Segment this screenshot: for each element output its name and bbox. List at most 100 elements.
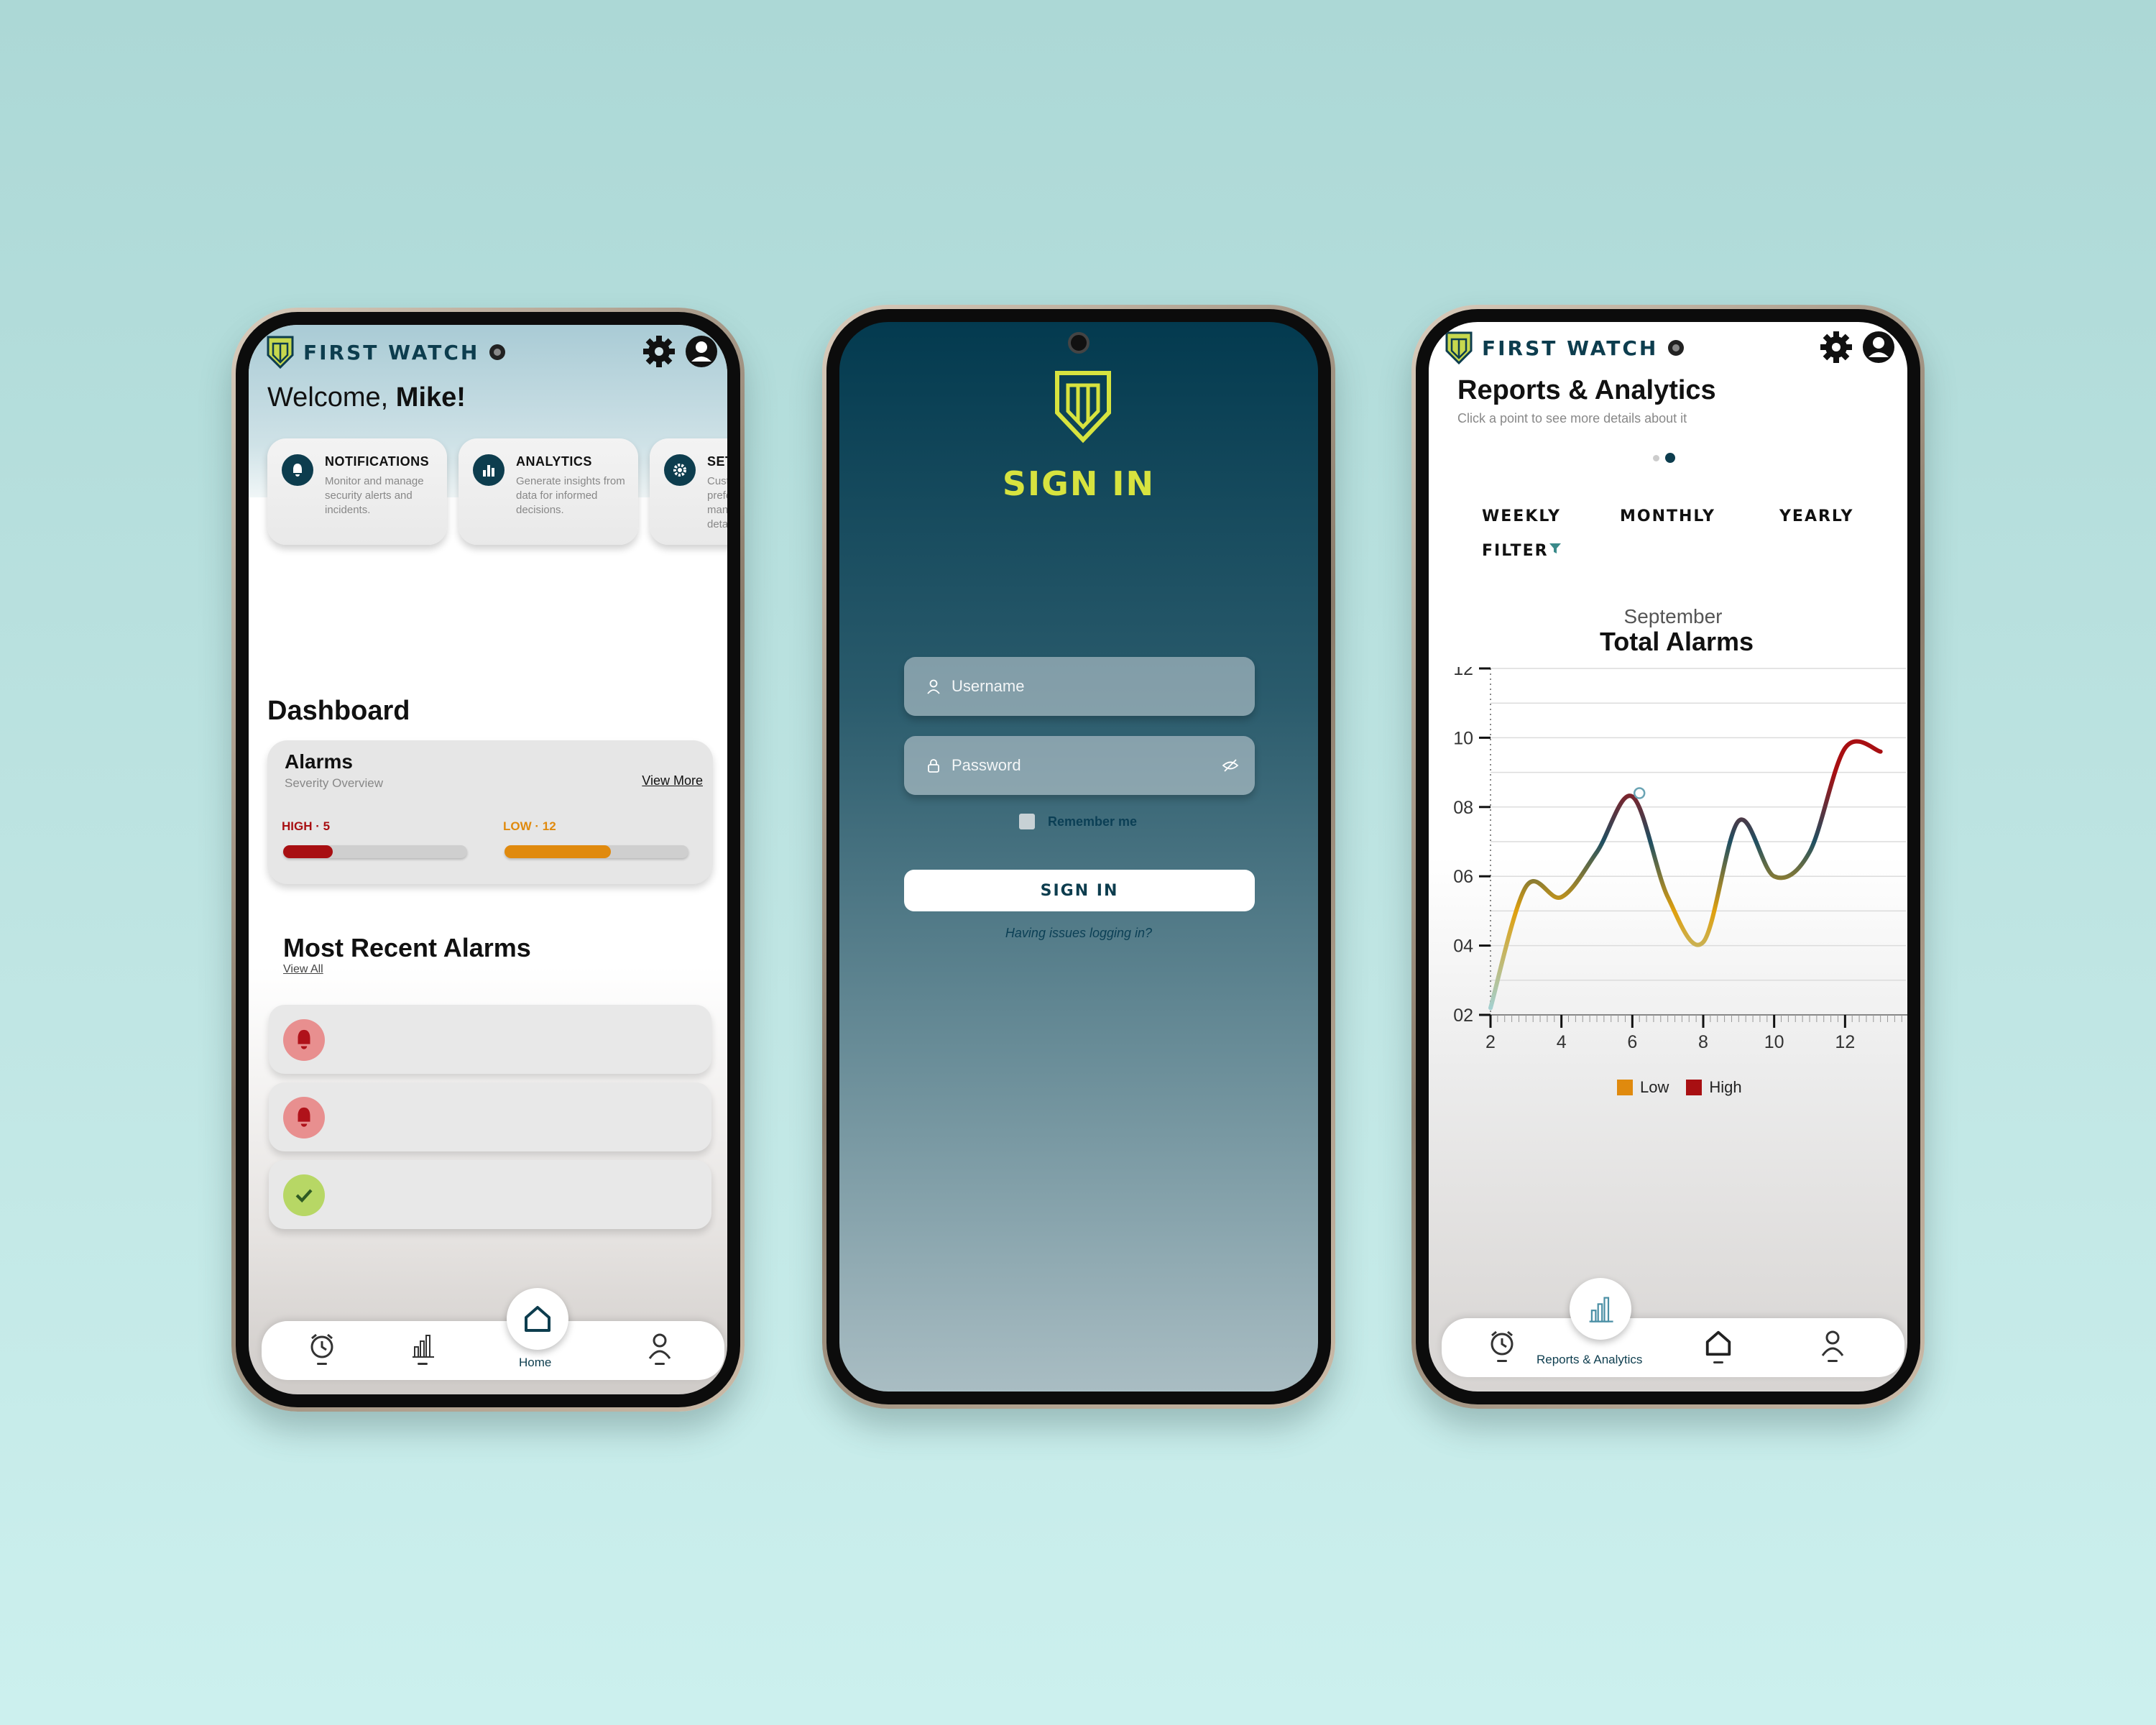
gear-icon[interactable] — [1818, 329, 1854, 365]
username-input[interactable] — [952, 677, 1210, 696]
x-tick-label: 12 — [1835, 1032, 1855, 1052]
low-severity-fill — [505, 845, 612, 858]
x-tick-label: 4 — [1557, 1032, 1567, 1052]
bar-chart-icon — [413, 1335, 434, 1358]
remember-me-label: Remember me — [1048, 814, 1138, 829]
brand-name: FIRST WATCH — [303, 340, 480, 364]
nav-analytics-label: Reports & Analytics — [1537, 1353, 1643, 1366]
alarms-subtitle: Severity Overview — [285, 776, 383, 790]
camera-eye-icon — [489, 344, 506, 360]
tab-monthly[interactable]: MONTHLY — [1620, 507, 1715, 525]
password-input[interactable] — [952, 756, 1210, 775]
bottom-navigation — [1442, 1318, 1904, 1377]
gear-icon — [664, 454, 696, 486]
sign-in-title: SIGN IN — [1002, 464, 1156, 503]
nav-home[interactable] — [507, 1288, 568, 1350]
shield-logo-icon — [267, 336, 294, 369]
y-tick-label: 04 — [1453, 937, 1473, 957]
page-dot-active[interactable] — [1665, 453, 1675, 463]
high-severity-bar — [283, 845, 467, 858]
home-icon — [1705, 1330, 1731, 1356]
x-tick-label: 8 — [1698, 1032, 1708, 1052]
remember-me-checkbox[interactable] — [1019, 814, 1035, 829]
bell-icon — [283, 1019, 325, 1061]
alarm-list-item[interactable] — [269, 1005, 711, 1074]
profile-icon[interactable] — [684, 334, 719, 369]
nav-home[interactable] — [1703, 1328, 1733, 1363]
feature-card-analytics[interactable]: ANALYTICS Generate insights from data fo… — [459, 438, 638, 545]
alarms-title: Alarms — [285, 750, 353, 773]
low-severity-label: LOW · 12 — [503, 819, 556, 833]
nav-alarms[interactable] — [1488, 1328, 1516, 1362]
reports-screen: FIRST WATCH Reports & Analytics Click a … — [1429, 322, 1907, 1392]
x-tick-label: 6 — [1627, 1032, 1637, 1052]
low-severity-bar — [505, 845, 688, 858]
page-dot[interactable] — [1653, 454, 1659, 461]
phone-home: FIRST WATCH Welcome, Mike! NOTIFICATIONS… — [231, 308, 745, 1412]
nav-profile[interactable] — [645, 1331, 674, 1365]
bell-icon — [282, 454, 313, 486]
remember-me: Remember me — [1019, 814, 1137, 829]
x-tick-label: 10 — [1764, 1032, 1784, 1052]
user-icon — [648, 1333, 671, 1359]
bar-chart-icon — [473, 454, 505, 486]
page-title: Reports & Analytics — [1457, 375, 1716, 405]
bar-chart-icon — [1589, 1297, 1613, 1322]
eye-off-icon[interactable] — [1222, 758, 1239, 773]
selected-data-point — [1633, 787, 1646, 799]
gear-icon[interactable] — [641, 334, 677, 369]
chart-subtitle: September — [1623, 605, 1723, 627]
alarm-clock-icon — [310, 1333, 333, 1358]
series-line-total-alarms — [1488, 739, 1883, 1011]
nav-analytics[interactable] — [408, 1331, 437, 1365]
y-tick-label: 02 — [1453, 1006, 1473, 1026]
home-screen: FIRST WATCH Welcome, Mike! NOTIFICATIONS… — [249, 325, 727, 1394]
username-field[interactable] — [904, 657, 1255, 716]
bottom-navigation — [262, 1321, 724, 1380]
feature-card-settings[interactable]: SETTI Custo prefe mana details — [650, 438, 727, 545]
brand-logo: FIRST WATCH — [266, 335, 507, 369]
alarm-list-item[interactable] — [269, 1160, 711, 1229]
page-indicator — [1653, 453, 1675, 463]
front-camera — [1068, 332, 1089, 354]
nav-alarms[interactable] — [308, 1331, 336, 1365]
shield-logo-icon — [1055, 371, 1111, 443]
home-icon — [525, 1306, 550, 1332]
feature-card-notifications[interactable]: NOTIFICATIONS Monitor and manage securit… — [267, 438, 447, 545]
x-tick-label: 2 — [1485, 1032, 1496, 1052]
nav-profile[interactable] — [1818, 1328, 1847, 1362]
password-field[interactable] — [904, 736, 1255, 795]
total-alarms-chart[interactable]: 02 04 06 08 10 12 2 4 6 8 10 12 — [1429, 667, 1907, 1070]
phone-login: SIGN IN Remember me SIGN IN Having issue… — [822, 305, 1335, 1409]
high-severity-label: HIGH · 5 — [282, 819, 331, 833]
alarm-clock-icon — [1491, 1330, 1514, 1356]
tab-weekly[interactable]: WEEKLY — [1482, 507, 1561, 525]
login-screen: SIGN IN Remember me SIGN IN Having issue… — [839, 322, 1318, 1392]
tab-yearly[interactable]: YEARLY — [1779, 507, 1853, 525]
filter-button[interactable]: FILTER — [1482, 542, 1562, 560]
legend-item-low[interactable]: Low — [1617, 1078, 1669, 1097]
nav-analytics[interactable] — [1570, 1278, 1631, 1340]
user-icon — [927, 679, 940, 694]
check-icon — [283, 1174, 325, 1216]
lock-icon — [928, 759, 939, 773]
y-tick-label: 08 — [1453, 798, 1473, 818]
login-help-link[interactable]: Having issues logging in? — [839, 926, 1318, 941]
chart-title: Total Alarms — [1599, 627, 1754, 656]
view-more-link[interactable]: View More — [642, 773, 703, 788]
camera-eye-icon — [1668, 340, 1685, 356]
filter-icon — [1549, 543, 1561, 553]
chart-legend: Low High — [1617, 1078, 1742, 1097]
legend-item-high[interactable]: High — [1686, 1078, 1742, 1097]
high-severity-fill — [283, 845, 333, 858]
profile-icon[interactable] — [1861, 330, 1896, 364]
user-icon — [1821, 1330, 1844, 1356]
alarms-overview-card: Alarms Severity Overview View More HIGH … — [267, 740, 713, 884]
view-all-link[interactable]: View All — [283, 963, 323, 976]
nav-home-label: Home — [519, 1356, 552, 1369]
shield-logo-icon — [1445, 331, 1473, 365]
sign-in-button[interactable]: SIGN IN — [904, 870, 1255, 911]
alarm-list-item[interactable] — [269, 1082, 711, 1151]
y-tick-label: 12 — [1453, 667, 1473, 679]
welcome-message: Welcome, Mike! — [267, 382, 466, 413]
